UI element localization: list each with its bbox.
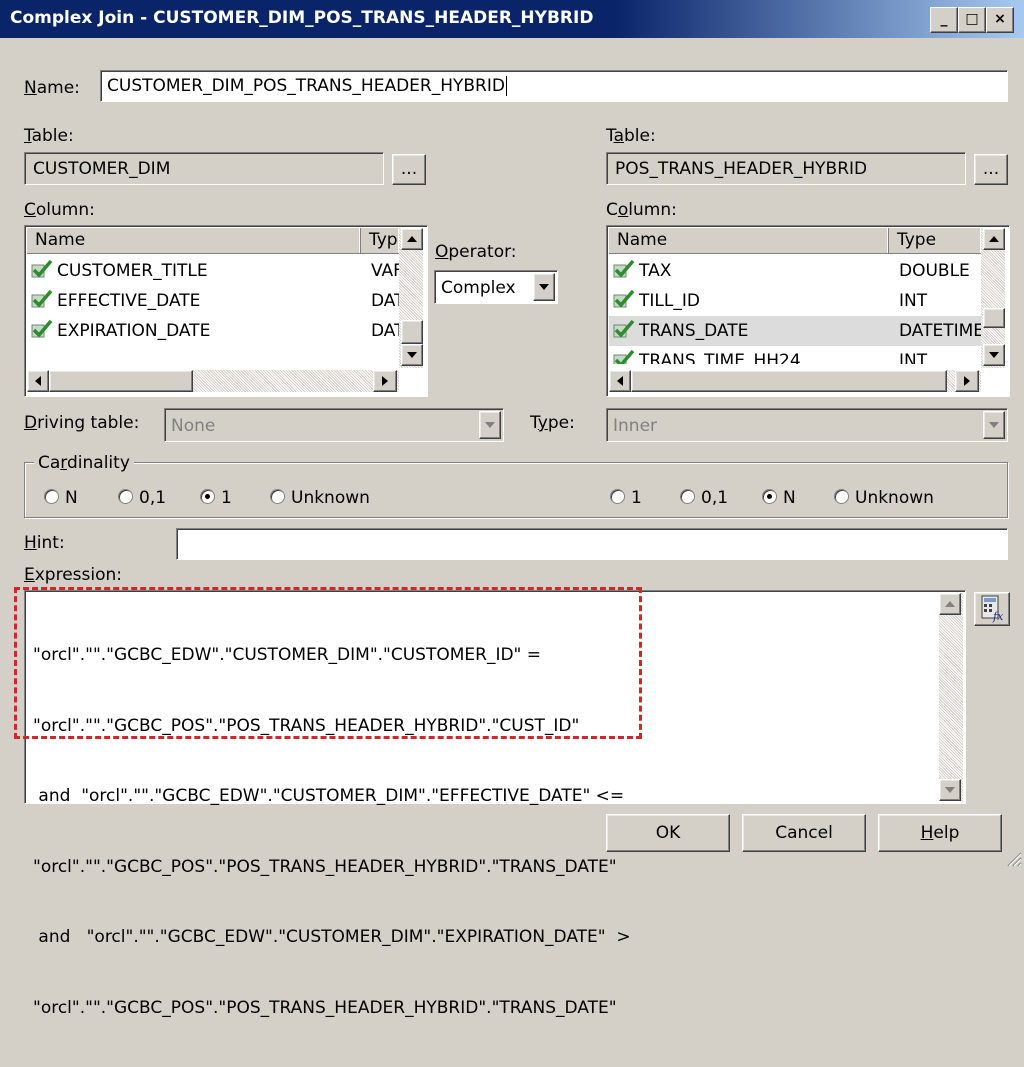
left-table-field: CUSTOMER_DIM [24,152,384,185]
checkmark-icon [31,319,53,338]
radio-icon [270,489,285,504]
driving-table-label: Driving table: [24,413,140,433]
operator-dropdown[interactable]: Complex [434,270,558,304]
right-card-unknown[interactable]: Unknown [834,488,934,508]
right-card-01[interactable]: 0,1 [680,488,728,508]
hscroll-thumb[interactable] [49,370,193,392]
close-button[interactable]: × [986,7,1014,33]
hint-input[interactable] [176,528,1008,560]
driving-table-dropdown: None [164,408,504,442]
left-vscrollbar[interactable] [399,228,423,368]
chevron-down-icon [983,411,1005,439]
highlight-annotation [14,587,642,739]
right-column-label: Column: [606,200,677,220]
title-bar[interactable]: Complex Join - CUSTOMER_DIM_POS_TRANS_HE… [0,0,1024,38]
left-row-3[interactable]: EXPIRATION_DATE DAT [31,316,399,346]
scroll-down-arrow-icon[interactable] [983,344,1005,366]
checkmark-icon [31,289,53,308]
scroll-up-arrow-icon[interactable] [983,228,1005,250]
left-row-2[interactable]: EFFECTIVE_DATE DAT [31,286,399,316]
svg-text:fx: fx [992,610,1004,623]
scroll-down-arrow-icon[interactable] [939,779,961,801]
checkmark-icon [613,289,635,308]
right-row-2[interactable]: TILL_ID INT [613,286,981,316]
right-table-field: POS_TRANS_HEADER_HYBRID [606,152,966,185]
scroll-left-arrow-icon[interactable] [609,370,631,392]
left-table-value: CUSTOMER_DIM [33,159,171,179]
left-browse-button[interactable]: ... [392,154,426,185]
left-card-1[interactable]: 1 [200,488,232,508]
right-hscrollbar[interactable] [609,370,981,392]
cancel-button[interactable]: Cancel [742,814,866,852]
calculator-icon: fx [981,595,1004,623]
checkmark-icon [613,349,635,364]
scroll-up-arrow-icon[interactable] [939,593,961,615]
checkmark-icon [31,259,53,278]
right-card-1[interactable]: 1 [610,488,642,508]
left-header-name[interactable]: Name [27,228,361,253]
scroll-thumb[interactable] [401,320,423,344]
left-row-1[interactable]: CUSTOMER_TITLE VAF [31,256,399,286]
resize-grip-icon[interactable] [1004,849,1022,867]
right-table-label: Table: [606,126,656,146]
right-browse-button[interactable]: ... [974,154,1008,185]
left-card-01[interactable]: 0,1 [118,488,166,508]
left-hscrollbar[interactable] [27,370,399,392]
left-table-label: Table: [24,126,74,146]
name-label: Name: [24,78,80,98]
scroll-thumb[interactable] [983,308,1005,328]
checkmark-icon [613,259,635,278]
radio-selected-icon [200,489,215,504]
left-header-type[interactable]: Typ [361,228,399,253]
right-column-list[interactable]: Name Type TAX DOUBLE TILL_ID INT TRANS_D… [606,225,1010,397]
chevron-down-icon[interactable] [533,273,555,301]
right-row-3[interactable]: TRANS_DATE DATETIME [609,316,981,346]
left-column-list[interactable]: Name Typ CUSTOMER_TITLE VAF EFFECTIVE_DA… [24,225,428,397]
help-button[interactable]: Help [878,814,1002,852]
minimize-button[interactable]: _ [930,7,958,33]
radio-icon [118,489,133,504]
cardinality-label: Cardinality [34,453,134,473]
right-table-value: POS_TRANS_HEADER_HYBRID [615,159,868,179]
radio-icon [680,489,695,504]
scroll-left-arrow-icon[interactable] [27,370,49,392]
expression-vscrollbar[interactable] [939,593,963,801]
operator-label: Operator: [435,242,517,262]
left-card-n[interactable]: N [44,488,78,508]
chevron-down-icon [479,411,501,439]
ok-button[interactable]: OK [606,814,730,852]
left-column-label: Column: [24,200,95,220]
radio-icon [834,489,849,504]
expression-label: Expression: [24,565,123,585]
type-label: Type: [530,413,575,433]
hint-label: Hint: [24,533,65,553]
window-title: Complex Join - CUSTOMER_DIM_POS_TRANS_HE… [10,8,594,28]
hscroll-thumb[interactable] [631,370,947,392]
scroll-down-arrow-icon[interactable] [401,344,423,366]
name-input[interactable]: CUSTOMER_DIM_POS_TRANS_HEADER_HYBRID [100,70,1008,102]
scroll-right-arrow-icon[interactable] [955,370,979,392]
scroll-right-arrow-icon[interactable] [373,370,397,392]
left-card-unknown[interactable]: Unknown [270,488,370,508]
right-card-n[interactable]: N [762,488,796,508]
radio-icon [44,489,59,504]
right-row-4[interactable]: TRANS_TIME_HH24 INT [613,346,981,364]
maximize-button[interactable]: □ [958,7,986,33]
right-header-name[interactable]: Name [609,228,889,253]
scroll-up-arrow-icon[interactable] [401,228,423,250]
checkmark-icon [613,319,635,338]
type-dropdown: Inner [606,408,1008,442]
right-row-1[interactable]: TAX DOUBLE [613,256,981,286]
radio-selected-icon [762,489,777,504]
right-header-type[interactable]: Type [889,228,981,253]
name-value: CUSTOMER_DIM_POS_TRANS_HEADER_HYBRID [107,76,505,96]
expression-builder-button[interactable]: fx [974,592,1010,626]
radio-icon [610,489,625,504]
right-vscrollbar[interactable] [981,228,1005,368]
